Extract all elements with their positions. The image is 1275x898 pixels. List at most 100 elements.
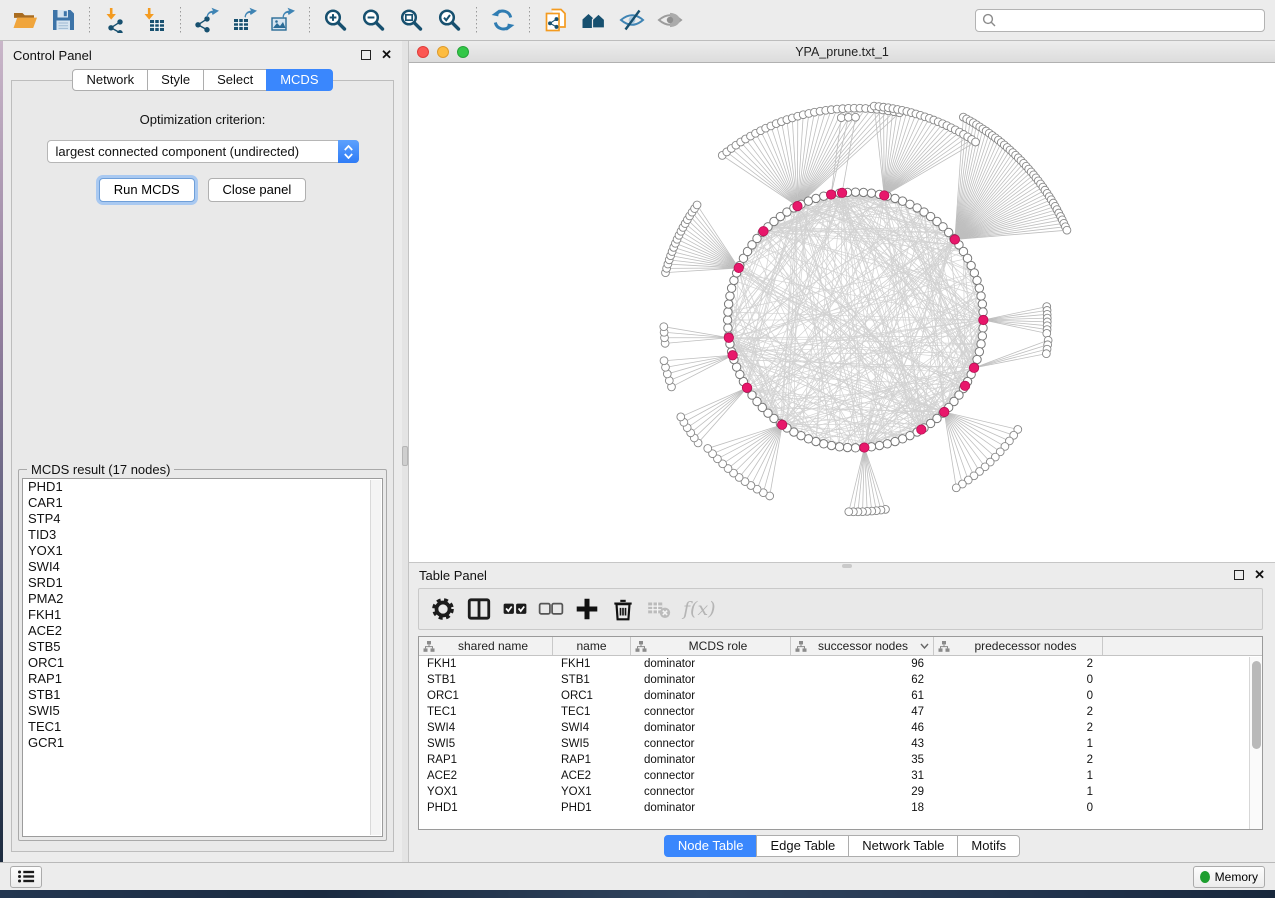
tab-network[interactable]: Network — [72, 69, 148, 91]
delete-table-button[interactable] — [641, 592, 677, 626]
tab-select[interactable]: Select — [203, 69, 267, 91]
mcds-result-item[interactable]: YOX1 — [23, 543, 382, 559]
horizontal-splitter-grip[interactable] — [842, 564, 852, 568]
zoom-out-button[interactable] — [355, 4, 393, 36]
function-builder-button[interactable]: f(x) — [683, 598, 716, 620]
hide-selected-button[interactable] — [613, 4, 651, 36]
float-table-panel-icon[interactable] — [1234, 570, 1244, 580]
zoom-selected-button[interactable] — [431, 4, 469, 36]
node-table: shared namenameMCDS rolesuccessor nodesp… — [418, 636, 1263, 830]
zoom-fit-button[interactable] — [393, 4, 431, 36]
column-header-MCDS-role[interactable]: MCDS role — [631, 637, 791, 655]
memory-button[interactable]: Memory — [1193, 866, 1265, 888]
cell-successor-nodes: 47 — [791, 704, 934, 720]
column-header-predecessor-nodes[interactable]: predecessor nodes — [934, 637, 1103, 655]
import-table-button[interactable] — [135, 4, 173, 36]
mcds-result-item[interactable]: ORC1 — [23, 655, 382, 671]
table-toolbar: f(x) — [418, 588, 1263, 630]
save-session-button[interactable] — [44, 4, 82, 36]
zoom-in-button[interactable] — [317, 4, 355, 36]
network-graph[interactable] — [409, 63, 1275, 562]
export-network-button[interactable] — [188, 4, 226, 36]
table-mode-gear-button[interactable] — [425, 592, 461, 626]
cell-MCDS-role: dominator — [631, 656, 791, 672]
close-panel-button[interactable]: Close panel — [208, 178, 307, 202]
close-table-panel-icon[interactable]: ✕ — [1254, 570, 1265, 580]
show-columns-button[interactable] — [461, 592, 497, 626]
tab-node-table[interactable]: Node Table — [664, 835, 758, 857]
table-row[interactable]: ACE2ACE2connector311 — [419, 768, 1262, 784]
mcds-result-item[interactable]: PMA2 — [23, 591, 382, 607]
tab-motifs[interactable]: Motifs — [957, 835, 1020, 857]
network-window-title: YPA_prune.txt_1 — [409, 45, 1275, 59]
create-column-button[interactable] — [569, 592, 605, 626]
table-row[interactable]: YOX1YOX1connector291 — [419, 784, 1262, 800]
table-scrollbar-thumb[interactable] — [1252, 661, 1261, 749]
new-network-from-selection-button[interactable] — [537, 4, 575, 36]
task-history-button[interactable] — [10, 866, 42, 888]
desktop-wallpaper-bottom-edge — [0, 890, 1275, 898]
mcds-result-item[interactable]: SWI5 — [23, 703, 382, 719]
table-row[interactable]: SWI5SWI5connector431 — [419, 736, 1262, 752]
export-image-button[interactable] — [264, 4, 302, 36]
deselect-all-icon — [538, 596, 564, 622]
mcds-result-item[interactable]: STB5 — [23, 639, 382, 655]
table-row[interactable]: PHD1PHD1dominator180 — [419, 800, 1262, 816]
mcds-result-item[interactable]: SRD1 — [23, 575, 382, 591]
tab-edge-table[interactable]: Edge Table — [756, 835, 849, 857]
cell-shared-name: ACE2 — [419, 768, 553, 784]
table-row[interactable]: ORC1ORC1dominator610 — [419, 688, 1262, 704]
mcds-result-item[interactable]: GCR1 — [23, 735, 382, 751]
mcds-result-item[interactable]: TID3 — [23, 527, 382, 543]
mcds-result-item[interactable]: STB1 — [23, 687, 382, 703]
run-mcds-button[interactable]: Run MCDS — [99, 178, 195, 202]
mcds-result-item[interactable]: STP4 — [23, 511, 382, 527]
column-header-name[interactable]: name — [553, 637, 631, 655]
mcds-result-item[interactable]: TEC1 — [23, 719, 382, 735]
deselect-all-button[interactable] — [533, 592, 569, 626]
float-panel-icon[interactable] — [361, 50, 371, 60]
table-row[interactable]: TEC1TEC1connector472 — [419, 704, 1262, 720]
mcds-result-item[interactable]: RAP1 — [23, 671, 382, 687]
mcds-result-item[interactable]: CAR1 — [23, 495, 382, 511]
table-row[interactable]: RAP1RAP1dominator352 — [419, 752, 1262, 768]
select-all-button[interactable] — [497, 592, 533, 626]
splitter-grip[interactable] — [402, 446, 408, 466]
mcds-result-title: MCDS result (17 nodes) — [27, 462, 174, 477]
tab-network-table[interactable]: Network Table — [848, 835, 958, 857]
open-file-button[interactable] — [6, 4, 44, 36]
table-row[interactable]: STB1STB1dominator620 — [419, 672, 1262, 688]
mcds-result-item[interactable]: FKH1 — [23, 607, 382, 623]
table-scrollbar[interactable] — [1249, 657, 1262, 829]
criterion-dropdown[interactable]: largest connected component (undirected) — [47, 140, 359, 163]
search-input[interactable] — [1001, 11, 1258, 30]
column-header-shared-name[interactable]: shared name — [419, 637, 553, 655]
apply-preferred-layout-button[interactable] — [484, 4, 522, 36]
mcds-result-item[interactable]: SWI4 — [23, 559, 382, 575]
cell-name: PHD1 — [553, 800, 631, 816]
column-network-icon — [938, 641, 950, 652]
export-table-button[interactable] — [226, 4, 264, 36]
mcds-result-item[interactable]: PHD1 — [23, 479, 382, 495]
close-panel-icon[interactable]: ✕ — [381, 50, 392, 60]
toolbar-separator — [180, 7, 181, 33]
first-neighbors-button[interactable] — [575, 4, 613, 36]
import-network-button[interactable] — [97, 4, 135, 36]
tab-mcds[interactable]: MCDS — [266, 69, 332, 91]
tab-style[interactable]: Style — [147, 69, 204, 91]
show-all-button[interactable] — [651, 4, 689, 36]
cell-shared-name: TEC1 — [419, 704, 553, 720]
network-canvas[interactable] — [409, 63, 1275, 562]
search-icon — [982, 13, 996, 27]
delete-columns-button[interactable] — [605, 592, 641, 626]
mcds-result-list[interactable]: PHD1CAR1STP4TID3YOX1SWI4SRD1PMA2FKH1ACE2… — [22, 478, 383, 837]
control-panel-titlebar: Control Panel ✕ — [3, 41, 402, 69]
column-header-successor-nodes[interactable]: successor nodes — [791, 637, 934, 655]
search-box[interactable] — [975, 9, 1265, 32]
cell-MCDS-role: connector — [631, 704, 791, 720]
cell-predecessor-nodes: 2 — [934, 752, 1103, 768]
mcds-result-item[interactable]: ACE2 — [23, 623, 382, 639]
table-row[interactable]: FKH1FKH1dominator962 — [419, 656, 1262, 672]
result-list-scrollbar[interactable] — [370, 480, 381, 835]
table-row[interactable]: SWI4SWI4dominator462 — [419, 720, 1262, 736]
